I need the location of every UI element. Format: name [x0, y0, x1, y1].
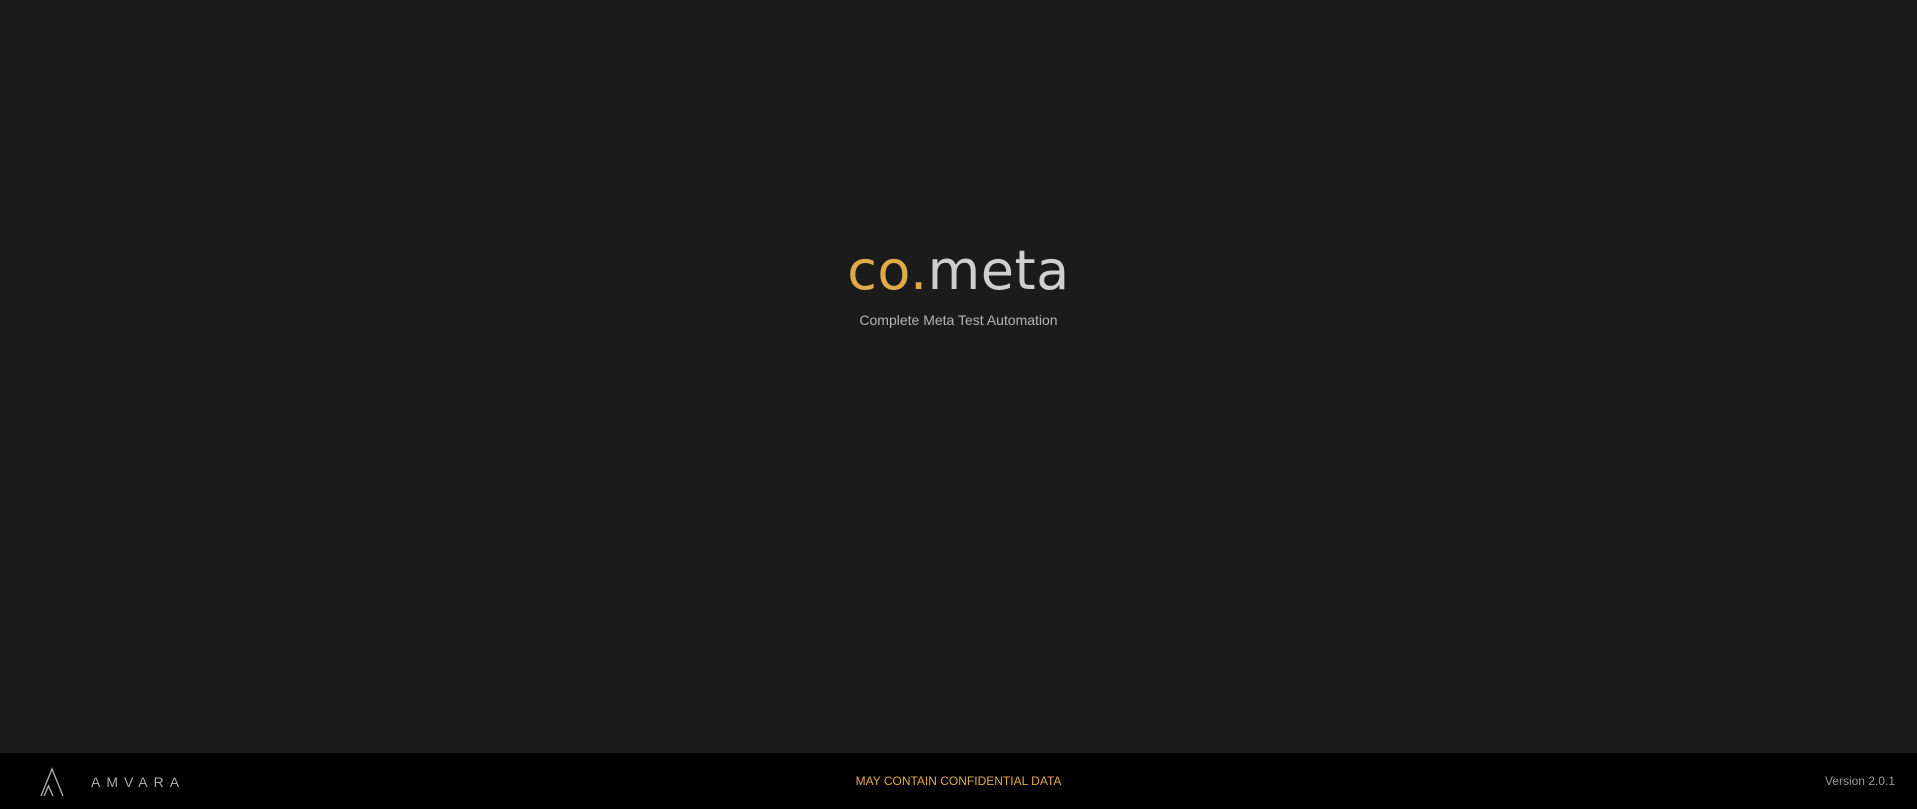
logo-prefix: co.	[847, 239, 928, 302]
footer: AMVARA MAY CONTAIN CONFIDENTIAL DATA Ver…	[0, 753, 1917, 809]
app-logo-title: co.meta	[0, 236, 1917, 306]
splash-page: co.meta Complete Meta Test Automation AM…	[0, 0, 1917, 809]
confidential-notice: MAY CONTAIN CONFIDENTIAL DATA	[855, 774, 1062, 788]
app-tagline: Complete Meta Test Automation	[859, 312, 1058, 328]
hero: co.meta Complete Meta Test Automation	[0, 236, 1917, 328]
logo-suffix: meta	[927, 239, 1070, 302]
version-label: Version 2.0.1	[1824, 774, 1895, 788]
